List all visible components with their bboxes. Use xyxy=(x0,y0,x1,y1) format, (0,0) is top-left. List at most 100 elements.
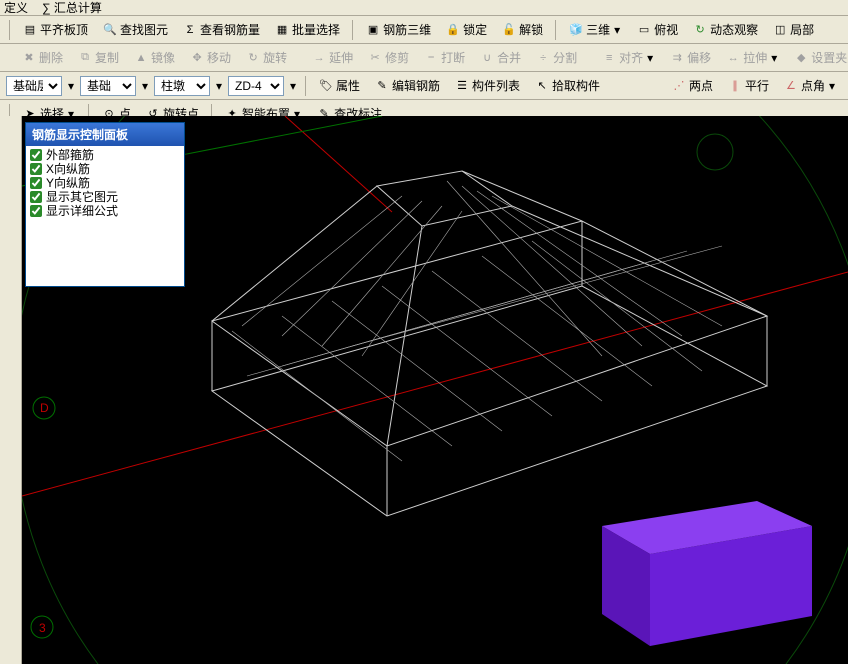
btn-bjgj[interactable]: ✎编辑钢筋 xyxy=(369,74,445,97)
menu-bar: 定义 ∑ 汇总计算 xyxy=(0,0,848,16)
cube-icon: 🧊 xyxy=(568,22,584,38)
union-icon: ∪ xyxy=(479,50,495,66)
rotate-icon: ↻ xyxy=(245,50,261,66)
crop-icon: ◫ xyxy=(772,22,788,38)
btn-duiqi[interactable]: ≡对齐▾ xyxy=(596,46,660,69)
checkbox[interactable] xyxy=(30,163,42,175)
trim-icon: ✂ xyxy=(367,50,383,66)
btn-pingqi[interactable]: ▤平齐板顶 xyxy=(17,18,93,41)
btn-fushi[interactable]: ▭俯视 xyxy=(631,18,683,41)
btn-gjlb[interactable]: ☰构件列表 xyxy=(449,74,525,97)
delete-icon: ✖ xyxy=(21,50,37,66)
sep xyxy=(555,20,556,40)
btn-dtgc[interactable]: ↻动态观察 xyxy=(687,18,763,41)
btn-mirror[interactable]: ▲镜像 xyxy=(128,46,180,69)
combo-base[interactable]: 基础 xyxy=(80,76,136,96)
unlock-icon: 🔓 xyxy=(501,22,517,38)
stretch-icon: ↔ xyxy=(725,50,741,66)
align-icon: ≡ xyxy=(601,50,617,66)
chevron-down-icon: ▾ xyxy=(214,79,224,93)
panel-title: 钢筋显示控制面板 xyxy=(26,123,184,146)
toolbar-3: 基础层 ▾ 基础 ▾ 柱墩 ▾ ZD-4 ▾ 🏷属性 ✎编辑钢筋 ☰构件列表 ↖… xyxy=(0,72,848,100)
offset-icon: ⇉ xyxy=(669,50,685,66)
left-ruler xyxy=(0,116,22,664)
btn-copy[interactable]: ⧉复制 xyxy=(72,46,124,69)
btn-lock[interactable]: 🔒锁定 xyxy=(440,18,492,41)
btn-plxz[interactable]: ▦批量选择 xyxy=(269,18,345,41)
btn-lashen[interactable]: ↔拉伸▾ xyxy=(720,46,784,69)
sep xyxy=(305,76,306,96)
btn-attr[interactable]: 🏷属性 xyxy=(313,74,365,97)
btn-liangdian[interactable]: ⋰两点 xyxy=(666,74,718,97)
btn-pingxing[interactable]: ∥平行 xyxy=(722,74,774,97)
btn-szjd[interactable]: ◆设置夹点 xyxy=(788,46,848,69)
checkbox[interactable] xyxy=(30,205,42,217)
btn-sqgj[interactable]: ↖拾取构件 xyxy=(529,74,605,97)
chevron-down-icon: ▾ xyxy=(612,23,622,37)
btn-unlock[interactable]: 🔓解锁 xyxy=(496,18,548,41)
split-icon: ÷ xyxy=(535,50,551,66)
combo-zhudun[interactable]: 柱墩 xyxy=(154,76,210,96)
btn-hebing[interactable]: ∪合并 xyxy=(474,46,526,69)
btn-yanshen[interactable]: →延伸 xyxy=(306,46,358,69)
btn-xiujian[interactable]: ✂修剪 xyxy=(362,46,414,69)
break-icon: ⎯ xyxy=(423,50,439,66)
rebar-display-panel[interactable]: 钢筋显示控制面板 外部箍筋 X向纵筋 Y向纵筋 显示其它图元 显示详细公式 xyxy=(25,122,185,287)
chk-item-4[interactable]: 显示详细公式 xyxy=(28,204,182,218)
sep xyxy=(9,20,10,40)
chevron-down-icon: ▾ xyxy=(140,79,150,93)
top-view-icon: ▭ xyxy=(636,22,652,38)
chevron-down-icon: ▾ xyxy=(769,51,779,65)
props-icon: 🏷 xyxy=(318,78,334,94)
copy-icon: ⧉ xyxy=(77,50,93,66)
sep xyxy=(352,20,353,40)
menu-item-hzjs[interactable]: ∑ 汇总计算 xyxy=(42,0,102,16)
chevron-down-icon: ▾ xyxy=(66,79,76,93)
chevron-down-icon: ▾ xyxy=(645,51,655,65)
checkbox[interactable] xyxy=(30,149,42,161)
checkbox[interactable] xyxy=(30,191,42,203)
chevron-down-icon: ▾ xyxy=(827,79,837,93)
menu-item-dy[interactable]: 定义 xyxy=(4,0,28,16)
btn-fenge[interactable]: ÷分割 xyxy=(530,46,582,69)
orbit-icon: ↻ xyxy=(692,22,708,38)
chk-item-3[interactable]: 显示其它图元 xyxy=(28,190,182,204)
cube-icon: ▣ xyxy=(365,22,381,38)
purple-solid xyxy=(602,501,812,646)
btn-gjsanwei[interactable]: ▣钢筋三维 xyxy=(360,18,436,41)
pick-icon: ↖ xyxy=(534,78,550,94)
toolbar-2: ✖删除 ⧉复制 ▲镜像 ✥移动 ↻旋转 →延伸 ✂修剪 ⎯打断 ∪合并 ÷分割 … xyxy=(0,44,848,72)
search-icon: 🔍 xyxy=(102,22,118,38)
panel-body: 外部箍筋 X向纵筋 Y向纵筋 显示其它图元 显示详细公式 xyxy=(26,146,184,286)
chk-item-0[interactable]: 外部箍筋 xyxy=(28,148,182,162)
btn-del[interactable]: ✖删除 xyxy=(16,46,68,69)
toolbar-1: ▤平齐板顶 🔍查找图元 Σ查看钢筋量 ▦批量选择 ▣钢筋三维 🔒锁定 🔓解锁 🧊… xyxy=(0,16,848,44)
extend-icon: → xyxy=(311,50,327,66)
mirror-icon: ▲ xyxy=(133,50,149,66)
chk-item-1[interactable]: X向纵筋 xyxy=(28,162,182,176)
checkbox[interactable] xyxy=(30,177,42,189)
btn-juzhong[interactable]: ◫局部 xyxy=(767,18,819,41)
select-icon: ▦ xyxy=(274,22,290,38)
btn-dianjiao[interactable]: ∠点角▾ xyxy=(778,74,842,97)
combo-num[interactable]: ZD-4 xyxy=(228,76,284,96)
combo-layer[interactable]: 基础层 xyxy=(6,76,62,96)
btn-cztuyuan[interactable]: 🔍查找图元 xyxy=(97,18,173,41)
btn-daduan[interactable]: ⎯打断 xyxy=(418,46,470,69)
svg-text:3: 3 xyxy=(39,621,46,635)
board-icon: ▤ xyxy=(22,22,38,38)
btn-ckgjl[interactable]: Σ查看钢筋量 xyxy=(177,18,265,41)
combo-sanwei[interactable]: 🧊三维▾ xyxy=(563,18,627,41)
list-icon: ☰ xyxy=(454,78,470,94)
lock-icon: 🔒 xyxy=(445,22,461,38)
chk-item-2[interactable]: Y向纵筋 xyxy=(28,176,182,190)
btn-pianyi[interactable]: ⇉偏移 xyxy=(664,46,716,69)
edit-icon: ✎ xyxy=(374,78,390,94)
btn-rotate[interactable]: ↻旋转 xyxy=(240,46,292,69)
chevron-down-icon: ▾ xyxy=(288,79,298,93)
angle-icon: ∠ xyxy=(783,78,799,94)
move-icon: ✥ xyxy=(189,50,205,66)
btn-move[interactable]: ✥移动 xyxy=(184,46,236,69)
grip-icon: ◆ xyxy=(793,50,809,66)
rebar-wireframe xyxy=(212,171,767,516)
